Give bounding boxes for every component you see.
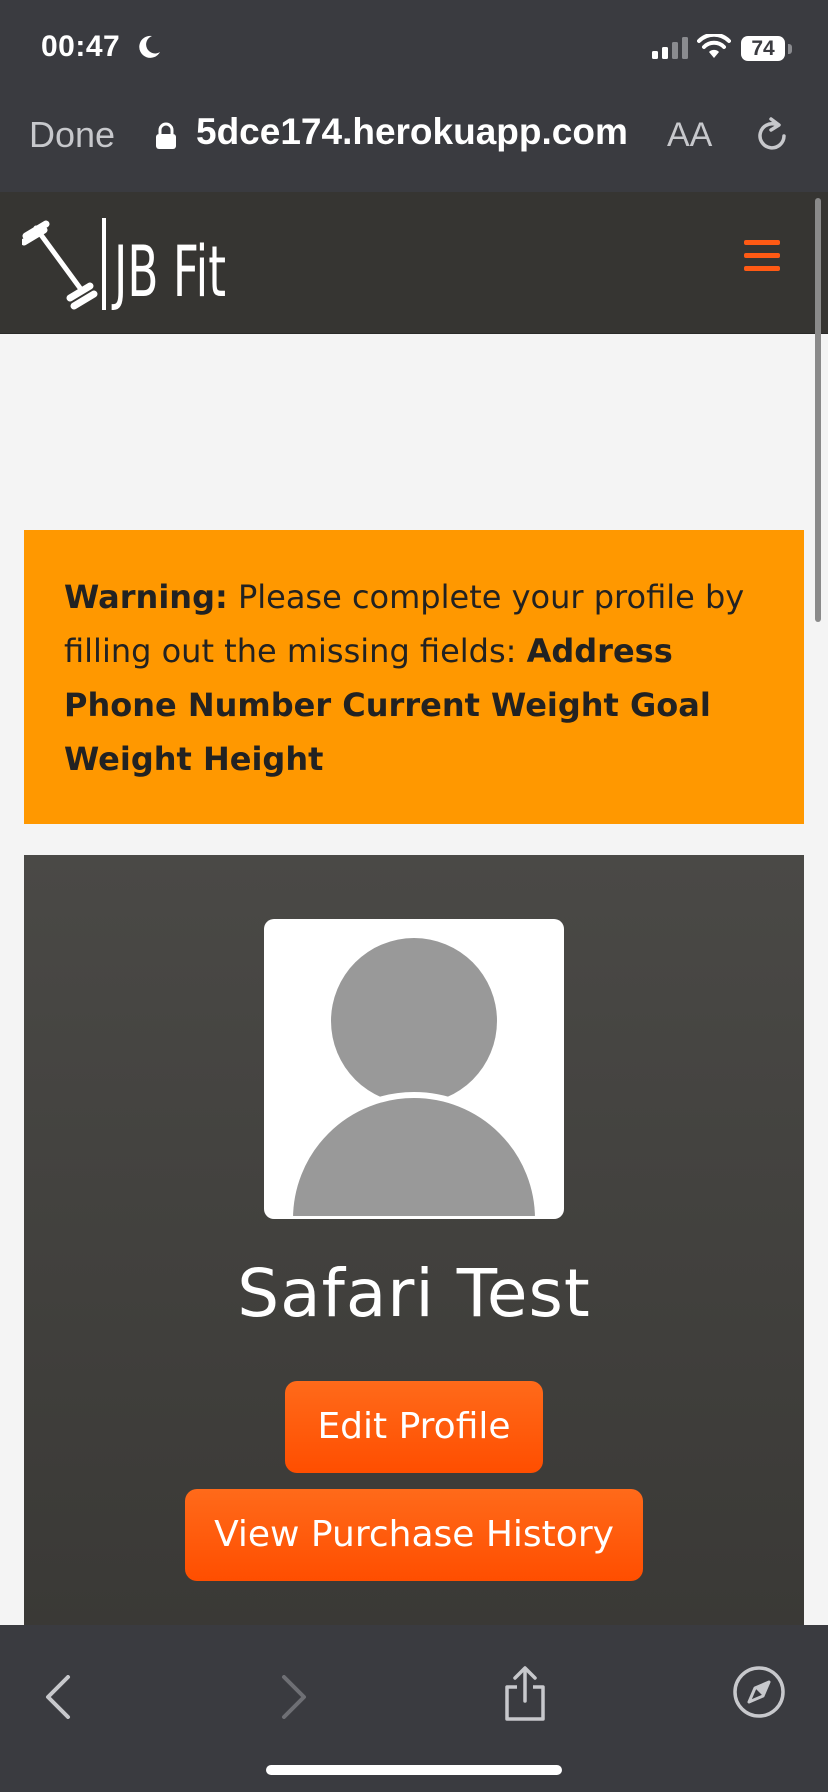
barbell-logo-icon[interactable]: JB Fit — [22, 214, 232, 314]
warning-label: Warning: — [64, 578, 228, 616]
forward-icon[interactable] — [280, 1675, 308, 1719]
profile-name: Safari Test — [237, 1255, 591, 1332]
back-icon[interactable] — [44, 1675, 72, 1719]
reload-icon[interactable] — [752, 116, 792, 156]
lock-icon — [156, 122, 176, 149]
browser-url-bar: Done 5dce174.herokuapp.com AA — [0, 92, 828, 192]
url-text[interactable]: 5dce174.herokuapp.com — [196, 111, 636, 153]
moon-icon — [139, 35, 160, 58]
menu-icon[interactable] — [744, 240, 780, 279]
signal-icon — [652, 37, 688, 59]
site-navbar: JB Fit — [0, 192, 828, 334]
avatar-placeholder-icon — [286, 934, 542, 1219]
avatar — [264, 919, 564, 1219]
profile-warning-alert: Warning: Please complete your profile by… — [24, 530, 804, 824]
battery-nub — [788, 44, 792, 54]
brand-text: JB Fit — [111, 231, 226, 313]
status-bar: 00:47 74 — [0, 0, 828, 92]
edit-profile-button[interactable]: Edit Profile — [285, 1381, 543, 1473]
profile-card: Safari Test Edit Profile View Purchase H… — [24, 855, 804, 1625]
wifi-icon — [697, 34, 731, 58]
scrollbar[interactable] — [815, 198, 821, 622]
home-indicator[interactable] — [266, 1765, 562, 1775]
text-size-label: AA — [667, 116, 713, 154]
view-purchase-history-button[interactable]: View Purchase History — [185, 1489, 643, 1581]
text-size-button[interactable]: AA — [667, 116, 712, 155]
done-button[interactable]: Done — [29, 114, 115, 156]
battery-icon: 74 — [741, 36, 785, 61]
compass-icon[interactable] — [732, 1665, 786, 1719]
status-time: 00:47 — [41, 30, 121, 63]
share-icon[interactable] — [503, 1665, 547, 1723]
